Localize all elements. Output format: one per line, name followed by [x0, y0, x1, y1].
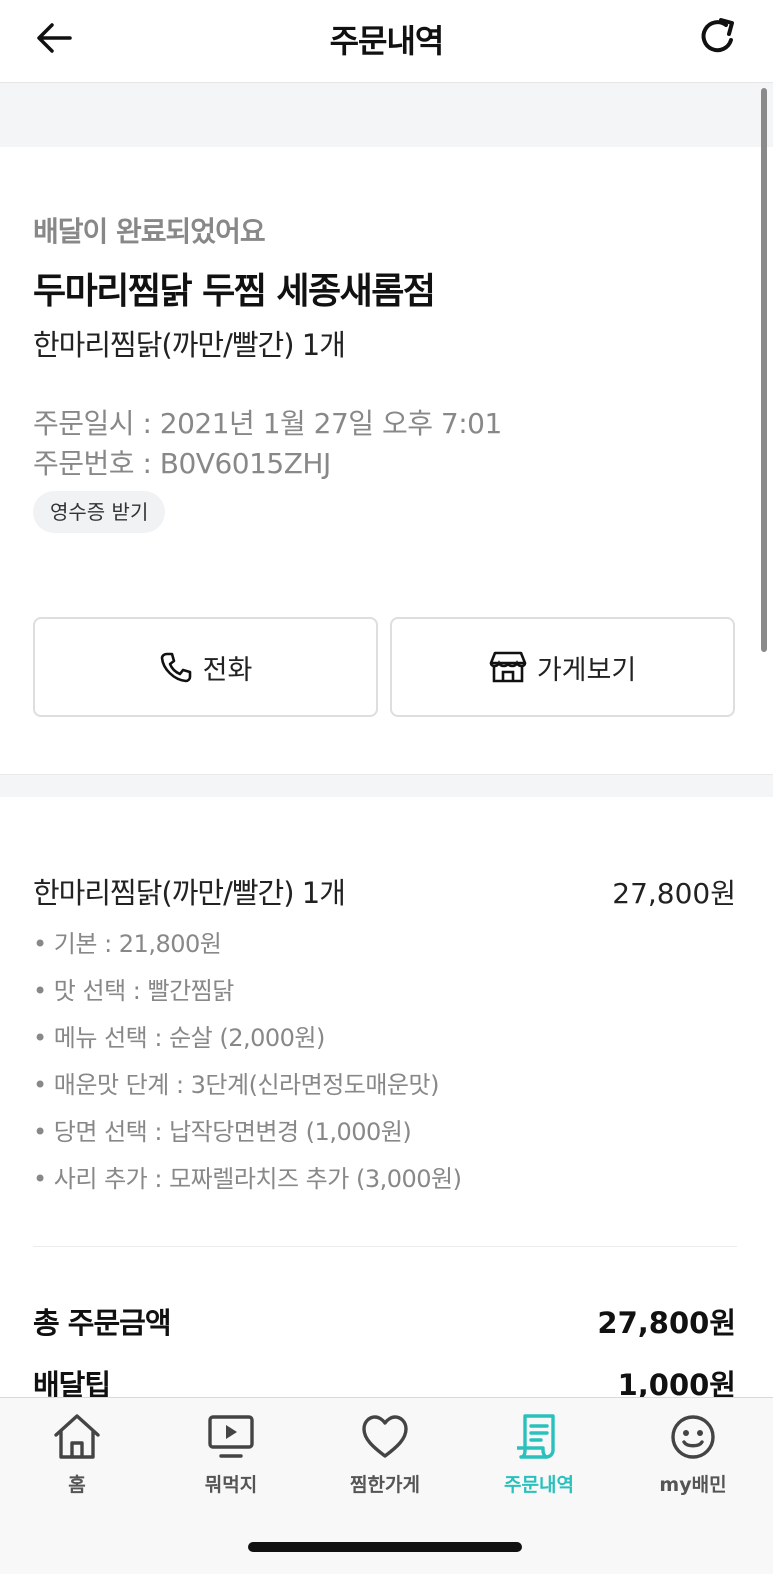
play-icon: [208, 1415, 254, 1458]
divider-line: [33, 1246, 737, 1247]
tab-my-baemin[interactable]: my배민: [616, 1398, 770, 1508]
option-line: • 매운맛 단계 : 3단계(신라면정도매운맛): [33, 1071, 439, 1099]
page-title: 주문내역: [329, 22, 445, 60]
view-store-button[interactable]: 가게보기: [390, 617, 735, 717]
total-amount-label: 총 주문금액: [33, 1306, 171, 1340]
option-line: • 메뉴 선택 : 순살 (2,000원): [33, 1024, 325, 1052]
top-spacer: [0, 83, 773, 147]
tab-what-to-eat[interactable]: 뭐먹지: [154, 1398, 308, 1508]
option-line: • 기본 : 21,800원: [33, 930, 222, 958]
scrollbar[interactable]: [761, 88, 767, 652]
bottom-tab-bar: 홈 뭐먹지 찜한가게 주문내역 my배민: [0, 1397, 773, 1574]
delivery-status: 배달이 완료되었어요: [33, 215, 266, 248]
order-summary: 한마리찜닭(까만/빨간) 1개: [33, 328, 346, 362]
tab-label: 주문내역: [504, 1474, 574, 1496]
option-line: • 맛 선택 : 빨간찜닭: [33, 977, 234, 1005]
total-amount-value: 27,800원: [597, 1306, 736, 1340]
order-number: 주문번호 : B0V6015ZHJ: [33, 447, 331, 480]
tab-label: 홈: [68, 1474, 86, 1496]
receipt-button[interactable]: 영수증 받기: [33, 491, 166, 533]
tab-order-history[interactable]: 주문내역: [462, 1398, 616, 1508]
heart-icon: [362, 1415, 408, 1458]
option-line: • 당면 선택 : 납작당면변경 (1,000원): [33, 1118, 412, 1146]
tab-label: 뭐먹지: [204, 1474, 258, 1496]
store-icon: [489, 651, 527, 683]
view-store-label: 가게보기: [536, 654, 637, 686]
call-label: 전화: [202, 654, 253, 686]
item-name: 한마리찜닭(까만/빨간) 1개: [33, 876, 346, 910]
tab-label: 찜한가게: [350, 1474, 420, 1496]
smile-icon: [671, 1415, 715, 1459]
order-date: 주문일시 : 2021년 1월 27일 오후 7:01: [33, 407, 502, 440]
section-divider: [0, 774, 773, 797]
app-header: 주문내역: [0, 0, 773, 83]
refresh-icon[interactable]: [697, 16, 739, 58]
call-button[interactable]: 전화: [33, 617, 378, 717]
option-line: • 사리 추가 : 모짜렐라치즈 추가 (3,000원): [33, 1165, 462, 1193]
store-name: 두마리찜닭 두찜 세종새롬점: [33, 271, 436, 312]
tab-favorites[interactable]: 찜한가게: [308, 1398, 462, 1508]
item-price: 27,800원: [612, 877, 736, 910]
receipt-icon: [517, 1414, 555, 1459]
tab-label: my배민: [659, 1474, 727, 1496]
phone-icon: [160, 652, 191, 683]
tab-home[interactable]: 홈: [0, 1398, 154, 1508]
home-icon: [54, 1414, 100, 1459]
home-indicator: [248, 1542, 522, 1552]
